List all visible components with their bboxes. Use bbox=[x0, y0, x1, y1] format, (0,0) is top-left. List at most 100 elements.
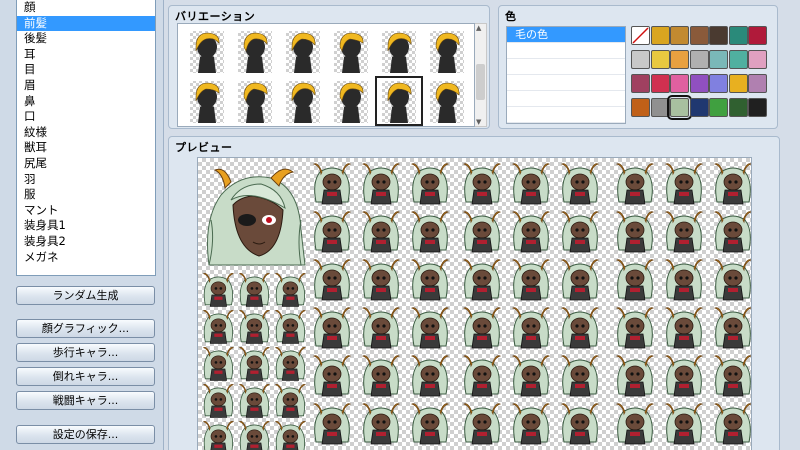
color-swatch[interactable] bbox=[689, 74, 709, 93]
variation-thumbnail[interactable] bbox=[184, 77, 230, 125]
scroll-up-icon[interactable]: ▲ bbox=[476, 24, 481, 32]
color-swatch[interactable] bbox=[748, 98, 767, 117]
color-swatch[interactable] bbox=[689, 26, 709, 45]
random-generate-button[interactable]: ランダム生成 bbox=[16, 286, 155, 305]
color-swatch[interactable] bbox=[670, 26, 689, 45]
character-sprite bbox=[361, 307, 401, 349]
color-swatch[interactable] bbox=[631, 50, 650, 69]
color-swatch[interactable] bbox=[748, 74, 767, 93]
color-swatch[interactable] bbox=[670, 50, 689, 69]
color-swatch[interactable] bbox=[631, 98, 650, 117]
variation-title: バリエーション bbox=[175, 10, 256, 23]
part-item[interactable]: 顔 bbox=[17, 0, 155, 16]
character-sprite bbox=[462, 307, 502, 349]
color-target-item[interactable] bbox=[507, 91, 625, 107]
color-swatch[interactable] bbox=[728, 50, 748, 69]
character-sprite bbox=[615, 211, 655, 253]
color-swatch[interactable] bbox=[709, 26, 728, 45]
character-sprite bbox=[664, 307, 704, 349]
part-item[interactable]: 鼻 bbox=[17, 94, 155, 110]
character-sprite bbox=[462, 403, 502, 445]
part-item[interactable]: 羽 bbox=[17, 172, 155, 188]
character-sprite bbox=[713, 259, 751, 301]
color-target-item[interactable] bbox=[507, 75, 625, 91]
scroll-thumb[interactable] bbox=[476, 64, 485, 100]
part-item[interactable]: 目 bbox=[17, 62, 155, 78]
parts-list[interactable]: 顔前髪 後髪耳目眉鼻口紋様 獣耳 尻尾羽服マント 装身具1 装身具2 メガネ bbox=[16, 0, 156, 276]
color-swatch[interactable] bbox=[689, 50, 709, 69]
variation-thumbnail[interactable] bbox=[280, 77, 326, 125]
character-sprite bbox=[462, 355, 502, 397]
character-sprite bbox=[462, 211, 502, 253]
character-sprite bbox=[511, 163, 551, 205]
variation-thumbnail[interactable] bbox=[376, 27, 422, 75]
part-item[interactable]: 獣耳 bbox=[17, 140, 155, 156]
scroll-down-icon[interactable]: ▼ bbox=[476, 118, 481, 126]
save-settings-button[interactable]: 設定の保存... bbox=[16, 425, 155, 444]
walking-char-button[interactable]: 歩行キャラ... bbox=[16, 343, 155, 362]
variation-thumbnail[interactable] bbox=[280, 27, 326, 75]
color-swatch[interactable] bbox=[728, 74, 748, 93]
variation-group: バリエーション ▲ ▼ bbox=[168, 5, 490, 129]
variation-thumbnail[interactable] bbox=[424, 27, 470, 75]
part-item[interactable]: マント bbox=[17, 203, 155, 219]
part-item[interactable]: 前髪 bbox=[17, 15, 155, 32]
character-sprite bbox=[410, 259, 450, 301]
variation-thumbnail[interactable] bbox=[232, 27, 278, 75]
preview-canvas bbox=[197, 157, 752, 450]
color-swatch[interactable] bbox=[709, 74, 728, 93]
variation-scrollbar[interactable]: ▲ ▼ bbox=[475, 23, 487, 127]
color-target-item[interactable]: 毛の色 bbox=[507, 27, 625, 43]
variation-thumbnail[interactable] bbox=[232, 77, 278, 125]
fallen-char-button[interactable]: 倒れキャラ... bbox=[16, 367, 155, 386]
color-swatch[interactable] bbox=[650, 74, 670, 93]
variation-grid[interactable] bbox=[177, 23, 475, 127]
character-sprite bbox=[238, 347, 271, 381]
variation-thumbnail[interactable] bbox=[328, 77, 374, 125]
part-item[interactable]: メガネ bbox=[17, 250, 155, 266]
no-color-swatch[interactable] bbox=[631, 26, 650, 45]
variation-thumbnail[interactable] bbox=[184, 27, 230, 75]
face-graphic-button[interactable]: 顔グラフィック... bbox=[16, 319, 155, 338]
color-swatch[interactable] bbox=[667, 95, 692, 120]
color-swatch[interactable] bbox=[748, 50, 767, 69]
color-swatch[interactable] bbox=[631, 74, 650, 93]
character-sprite bbox=[238, 310, 271, 344]
part-item[interactable]: 紋様 bbox=[17, 125, 155, 141]
part-item[interactable]: 装身具1 bbox=[17, 218, 155, 234]
color-swatch[interactable] bbox=[650, 50, 670, 69]
variation-thumbnail[interactable] bbox=[424, 77, 470, 125]
color-target-item[interactable] bbox=[507, 43, 625, 59]
color-swatch[interactable] bbox=[689, 98, 709, 117]
part-item[interactable]: 装身具2 bbox=[17, 234, 155, 250]
battle-char-button[interactable]: 戦闘キャラ... bbox=[16, 391, 155, 410]
part-item[interactable]: 耳 bbox=[17, 47, 155, 63]
character-sprite bbox=[202, 310, 235, 344]
character-sprite bbox=[560, 403, 600, 445]
character-sprite bbox=[664, 403, 704, 445]
color-swatch[interactable] bbox=[650, 98, 670, 117]
color-swatch[interactable] bbox=[709, 98, 728, 117]
color-swatch[interactable] bbox=[670, 74, 689, 93]
part-item[interactable]: 尻尾 bbox=[17, 156, 155, 172]
character-sprite bbox=[560, 211, 600, 253]
part-item[interactable]: 眉 bbox=[17, 78, 155, 94]
color-target-item[interactable] bbox=[507, 107, 625, 123]
color-target-list[interactable]: 毛の色 bbox=[506, 26, 626, 124]
part-item[interactable]: 口 bbox=[17, 109, 155, 125]
variation-thumbnail[interactable] bbox=[375, 76, 423, 126]
character-sprite bbox=[511, 259, 551, 301]
part-item[interactable]: 後髪 bbox=[17, 31, 155, 47]
character-sprite bbox=[312, 403, 352, 445]
color-swatch[interactable] bbox=[709, 50, 728, 69]
color-swatch[interactable] bbox=[728, 26, 748, 45]
color-target-item[interactable] bbox=[507, 59, 625, 75]
color-title: 色 bbox=[505, 10, 517, 23]
window-edge bbox=[782, 0, 800, 450]
color-swatch[interactable] bbox=[748, 26, 767, 45]
part-item[interactable]: 服 bbox=[17, 187, 155, 203]
character-sprite bbox=[410, 163, 450, 205]
color-swatch[interactable] bbox=[728, 98, 748, 117]
variation-thumbnail[interactable] bbox=[328, 27, 374, 75]
color-swatch[interactable] bbox=[650, 26, 670, 45]
